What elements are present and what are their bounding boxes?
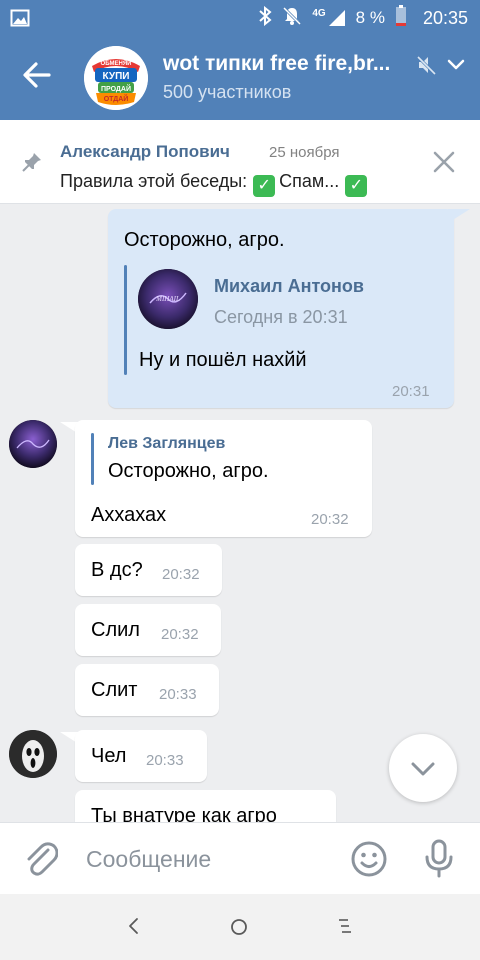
mute-bell-icon	[282, 6, 302, 31]
message-bubble-incoming[interactable]: Лев Заглянцев Осторожно, агро. Аххахах 2…	[75, 420, 372, 537]
muted-icon	[416, 54, 438, 81]
pin-icon	[22, 152, 42, 177]
microphone-icon[interactable]	[424, 839, 454, 884]
pinned-date: 25 ноября	[269, 144, 340, 161]
message-bubble-incoming[interactable]: Слит 20:33	[75, 664, 219, 716]
forward-bar	[124, 265, 127, 375]
forward-avatar[interactable]: MIHAIL	[138, 269, 198, 329]
pinned-text-tail: Спам...	[279, 171, 340, 191]
reply-bar	[91, 433, 94, 485]
clock: 20:35	[422, 7, 468, 28]
avatar-text-2: КУПИ	[103, 71, 130, 82]
chat-title[interactable]: wot типки free fire,br...	[163, 52, 415, 76]
avatar-text-3: ПРОДАЙ	[101, 84, 131, 93]
status-bar: 4G 8 % 20:35	[0, 0, 480, 36]
message-text: Осторожно, агро.	[124, 229, 285, 251]
check-mark-emoji-icon: ✓	[253, 175, 276, 197]
pinned-text-main: Правила этой беседы:	[60, 171, 248, 191]
message-text: Слил	[91, 619, 140, 641]
message-time: 20:32	[161, 626, 199, 643]
sender-avatar[interactable]	[9, 730, 57, 778]
message-time: 20:32	[311, 511, 349, 528]
nav-recents-icon[interactable]	[336, 917, 354, 940]
composer	[0, 822, 480, 894]
message-time: 20:33	[146, 752, 184, 769]
sender-avatar[interactable]	[9, 420, 57, 468]
battery-percent: 8 %	[355, 8, 385, 27]
nav-home-icon[interactable]	[230, 918, 248, 941]
message-time: 20:33	[159, 686, 197, 703]
image-icon	[10, 8, 30, 33]
bubble-tail	[448, 209, 470, 223]
battery-icon	[395, 4, 407, 32]
pinned-author: Александр Попович	[60, 142, 230, 161]
chat-member-count: 500 участников	[163, 82, 292, 102]
message-text: Чел	[91, 745, 127, 767]
scroll-to-bottom-button[interactable]	[389, 734, 457, 802]
pinned-text: Правила этой беседы: ✓ Спам... ✓	[60, 171, 371, 197]
forward-author[interactable]: Михаил Антонов	[214, 276, 364, 297]
close-icon[interactable]	[432, 150, 456, 179]
chat-header: ОБМЕНЯЙ КУПИ ПРОДАЙ ОТДАЙ wot типки free…	[0, 36, 480, 120]
attach-icon[interactable]	[24, 840, 59, 883]
chevron-down-icon	[411, 762, 435, 776]
message-list[interactable]: Осторожно, агро. MIHAIL Михаил Антонов С…	[0, 205, 480, 822]
message-time: 20:32	[162, 566, 200, 583]
check-mark-emoji-icon: ✓	[345, 175, 368, 197]
avatar-text-4: ОТДАЙ	[104, 94, 129, 103]
forward-text: Ну и пошёл нахйй	[139, 349, 307, 371]
pinned-message[interactable]: Александр Попович 25 ноября Правила этой…	[0, 120, 480, 204]
message-bubble-incoming[interactable]: Чел 20:33	[75, 730, 207, 782]
message-input[interactable]	[86, 843, 336, 875]
nav-back-icon[interactable]	[126, 916, 142, 941]
chat-avatar[interactable]: ОБМЕНЯЙ КУПИ ПРОДАЙ ОТДАЙ	[84, 46, 148, 110]
signal-icon: 4G	[312, 9, 345, 27]
message-text: Ты внатуре как агро	[91, 805, 277, 822]
message-bubble-incoming[interactable]: Ты внатуре как агро	[75, 790, 336, 822]
avatar-text-1: ОБМЕНЯЙ	[101, 59, 132, 67]
message-bubble-incoming[interactable]: В дс? 20:32	[75, 544, 222, 596]
message-bubble-incoming[interactable]: Слил 20:32	[75, 604, 221, 656]
bluetooth-icon	[258, 5, 272, 31]
message-text: Аххахах	[91, 504, 167, 526]
chevron-down-icon[interactable]	[446, 58, 466, 77]
svg-text:MIHAIL: MIHAIL	[155, 295, 180, 303]
message-text: В дс?	[91, 559, 143, 581]
reply-text: Осторожно, агро.	[108, 460, 269, 482]
system-nav-bar	[0, 894, 480, 960]
network-type: 4G	[312, 8, 326, 19]
reply-author[interactable]: Лев Заглянцев	[108, 435, 225, 453]
forward-time: Сегодня в 20:31	[214, 307, 348, 327]
emoji-icon[interactable]	[350, 840, 388, 883]
back-arrow-icon[interactable]	[22, 60, 62, 96]
message-bubble-outgoing[interactable]: Осторожно, агро. MIHAIL Михаил Антонов С…	[108, 209, 454, 408]
message-text: Слит	[91, 679, 138, 701]
message-time: 20:31	[392, 383, 430, 400]
